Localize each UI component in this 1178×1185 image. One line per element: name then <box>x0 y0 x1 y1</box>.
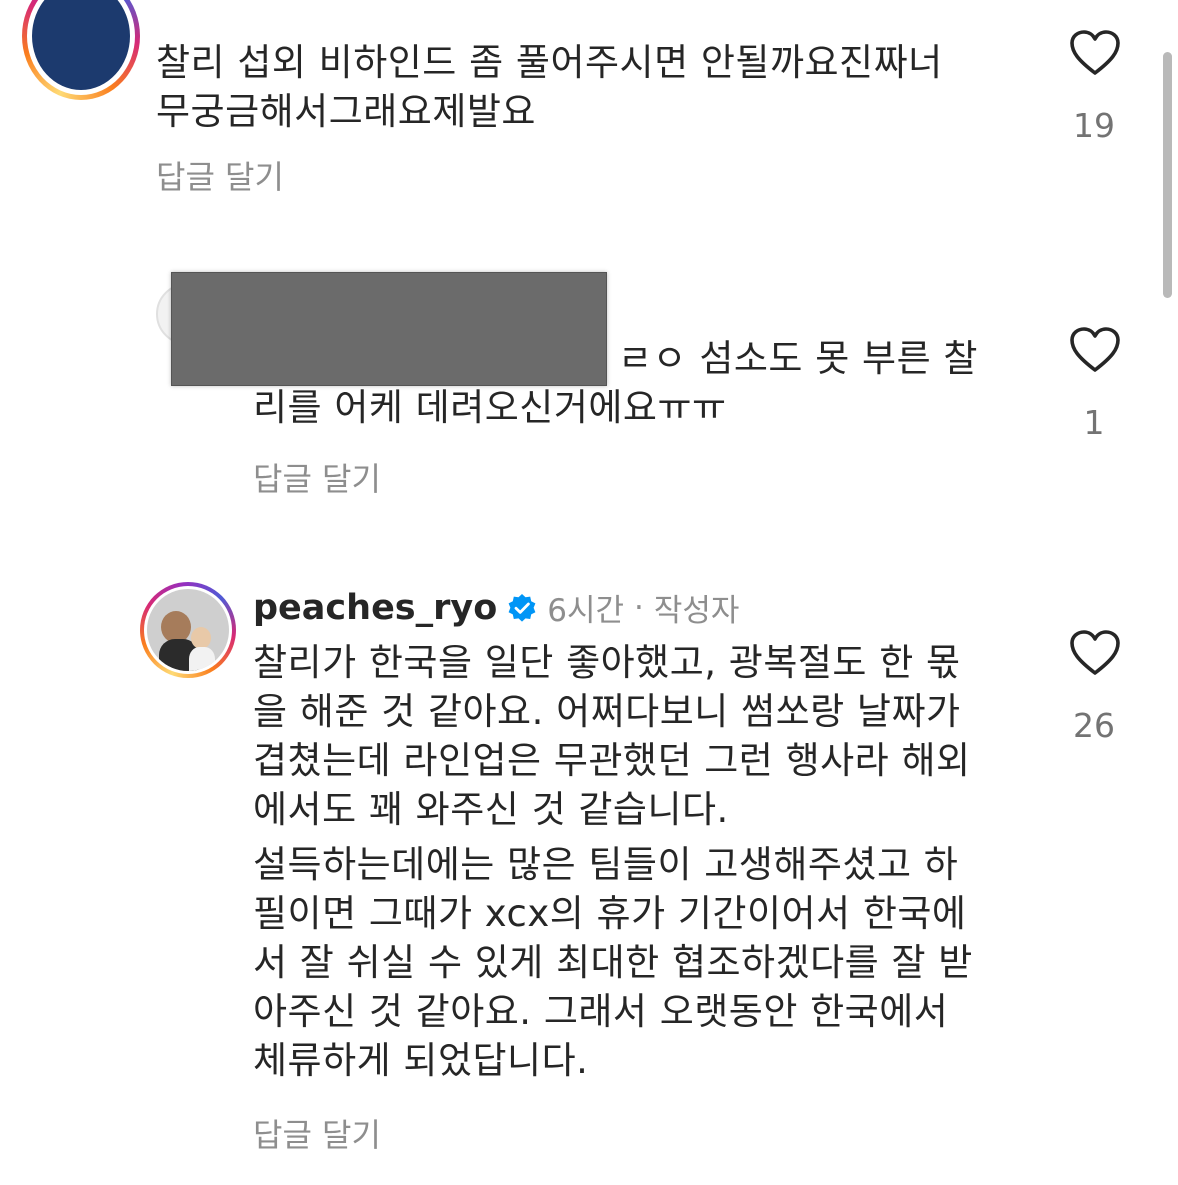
scrollbar[interactable] <box>1163 52 1172 298</box>
avatar-ring[interactable] <box>140 582 236 678</box>
username[interactable]: peaches_ryo <box>253 588 497 628</box>
avatar <box>32 0 130 90</box>
redaction-box <box>171 272 607 386</box>
comment-paragraph-1: 찰리가 한국을 일단 좋아했고, 광복절도 한 몫 을 해준 것 같아요. 어쩌… <box>253 641 971 831</box>
comment-header: peaches_ryo 6시간 · 작성자 <box>253 585 739 630</box>
avatar-ring[interactable] <box>22 0 140 100</box>
like-count: 19 <box>1073 106 1115 145</box>
reply-button[interactable]: 답글 달기 <box>156 152 284 198</box>
reply-button[interactable]: 답글 달기 <box>253 1110 381 1156</box>
author-badge: 작성자 <box>653 593 740 629</box>
like-count: 26 <box>1073 706 1115 745</box>
separator: · <box>634 589 644 626</box>
heart-icon[interactable] <box>1070 327 1120 373</box>
timestamp: 6시간 <box>547 593 625 629</box>
avatar <box>147 589 229 671</box>
like-count: 1 <box>1083 403 1105 442</box>
reply-button[interactable]: 답글 달기 <box>253 454 381 500</box>
verified-badge-icon <box>508 593 536 622</box>
heart-icon[interactable] <box>1070 630 1120 676</box>
comment-text-line2: 리를 어케 데려오신거에요ㅠㅠ <box>253 386 727 429</box>
comment-text-line1: ㄹㅇ 섬소도 못 부른 찰 <box>618 337 978 380</box>
comment-text: 찰리 섭외 비하인드 좀 풀어주시면 안될까요진짜너 무궁금해서그래요제발요 <box>156 41 943 133</box>
comment-paragraph-2: 설득하는데에는 많은 팀들이 고생해주셨고 하 필이면 그때가 xcx의 휴가 … <box>253 843 973 1082</box>
heart-icon[interactable] <box>1070 30 1120 76</box>
